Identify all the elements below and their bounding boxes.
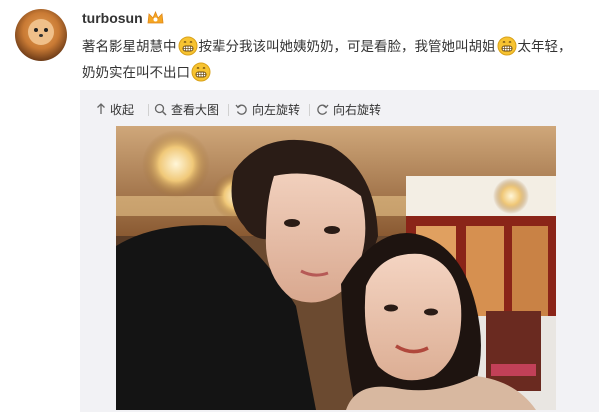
user-avatar[interactable]: [15, 9, 67, 61]
toolbar-divider: [228, 104, 229, 116]
photo-woman2-face: [364, 253, 462, 381]
toolbar-divider: [148, 104, 149, 116]
photo-woman2-eye: [424, 308, 438, 316]
media-box: 收起 查看大图 向左旋转 向右旋转: [80, 90, 599, 412]
post-text-segment: 按辈分我该叫她姨奶奶，可是看脸，我管她叫胡姐: [198, 39, 496, 55]
collapse-label: 收起: [110, 102, 135, 117]
post-text: 著名影星胡慧中 按辈分我该叫她姨奶奶，可是看脸，我管她叫胡姐 太年轻， 奶奶实在叫不出…: [82, 34, 597, 86]
magnifier-icon: [154, 103, 167, 116]
rotate-right-button[interactable]: 向右旋转: [316, 101, 381, 117]
grin-emoji-icon: [497, 36, 516, 56]
rotate-right-icon: [317, 104, 329, 115]
view-large-label: 查看大图: [171, 102, 220, 117]
photo-window: [512, 226, 548, 321]
photo-chair-cushion: [491, 364, 536, 376]
avatar-face: [28, 19, 54, 45]
rotate-left-label: 向左旋转: [252, 102, 301, 117]
rotate-left-icon: [235, 104, 247, 115]
post-text-segment: 著名影星胡慧中: [82, 39, 177, 55]
photo-woman1-eye: [284, 219, 300, 227]
photo-chair: [486, 311, 541, 391]
rotate-left-button[interactable]: 向左旋转: [235, 101, 300, 117]
rotate-right-label: 向右旋转: [333, 102, 382, 117]
post-text-segment: 奶奶实在叫不出口: [82, 65, 190, 81]
view-large-button[interactable]: 查看大图: [154, 101, 219, 117]
toolbar-divider: [309, 104, 310, 116]
collapse-button[interactable]: 收起: [96, 101, 134, 117]
post-text-segment: 太年轻，: [517, 39, 572, 55]
grin-emoji-icon: [178, 36, 197, 56]
image-toolbar: 收起 查看大图 向左旋转 向右旋转: [80, 90, 599, 126]
photo-chandelier: [142, 130, 210, 198]
arrow-up-icon: [97, 103, 105, 114]
avatar-eye: [34, 28, 38, 32]
photo-woman2-eye: [384, 304, 398, 312]
grin-emoji-icon: [191, 62, 211, 82]
avatar-eye: [44, 28, 48, 32]
post-photo[interactable]: [116, 126, 556, 410]
username-link[interactable]: turbosun: [82, 10, 143, 26]
avatar-nose: [39, 34, 43, 37]
vip-crown-icon[interactable]: [147, 11, 164, 25]
photo-woman1-eye: [324, 226, 340, 234]
photo-chandelier: [493, 178, 529, 214]
